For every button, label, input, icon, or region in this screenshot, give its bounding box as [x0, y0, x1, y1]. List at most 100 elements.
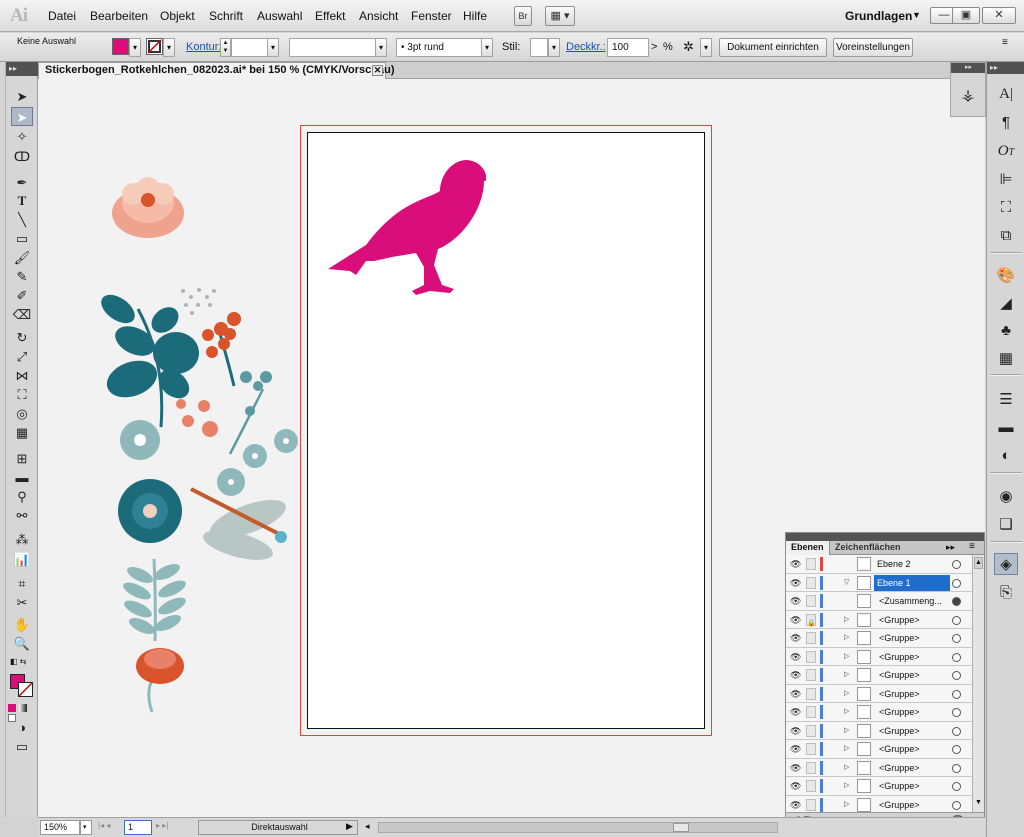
width-tool-icon[interactable]: ⋈: [11, 366, 33, 385]
zoom-dropdown[interactable]: ▾: [80, 820, 92, 835]
screen-mode-icon[interactable]: ▭: [11, 737, 33, 756]
dock-header[interactable]: ▸▸: [987, 62, 1024, 74]
align-panel-icon[interactable]: ⊫: [994, 169, 1018, 191]
layers-scrollbar[interactable]: ▲ ▼: [972, 555, 984, 813]
expand-toggle-icon[interactable]: ▷: [844, 796, 852, 813]
menu-effekt[interactable]: Effekt: [315, 9, 345, 23]
menu-datei[interactable]: Datei: [48, 9, 76, 23]
workspace-dropdown-icon[interactable]: ▼: [912, 10, 921, 20]
fill-color-swatch[interactable]: [112, 38, 129, 55]
pathfinder-panel-icon[interactable]: ⧉: [994, 225, 1018, 247]
layers-panel-icon[interactable]: ◈: [994, 553, 1018, 575]
target-circle-icon[interactable]: [952, 726, 961, 736]
preferences-button[interactable]: Voreinstellungen: [833, 38, 913, 57]
menu-ansicht[interactable]: Ansicht: [359, 9, 398, 23]
color-panel-icon[interactable]: 🎨: [994, 265, 1018, 287]
pasteboard-artwork[interactable]: [38, 79, 338, 817]
eraser-tool-icon[interactable]: ⌫: [11, 305, 33, 324]
sublayer-row[interactable]: 👁 <Zusammeng...: [786, 592, 972, 611]
sublayer-row[interactable]: 👁 ▷ <Gruppe>: [786, 777, 972, 796]
menu-hilfe[interactable]: Hilfe: [463, 9, 487, 23]
sublayer-row[interactable]: 👁 ▷ <Gruppe>: [786, 666, 972, 685]
visibility-eye-icon[interactable]: 👁: [790, 781, 801, 791]
dock-header[interactable]: ▸▸: [951, 63, 985, 73]
symbol-sprayer-tool-icon[interactable]: ⁂: [11, 530, 33, 549]
sublayer-row[interactable]: 👁 ▷ <Gruppe>: [786, 722, 972, 740]
expand-toggle-icon[interactable]: ▷: [844, 759, 852, 777]
target-circle-icon[interactable]: [952, 763, 961, 773]
stroke-color-icon[interactable]: [18, 682, 33, 697]
bridge-button[interactable]: Br: [514, 6, 532, 26]
expand-toggle-icon[interactable]: ▷: [844, 685, 852, 703]
free-transform-tool-icon[interactable]: ⛶: [11, 385, 33, 404]
variable-width-dropdown[interactable]: ▾: [375, 38, 387, 57]
layer-row[interactable]: 👁 ▽ Ebene 1: [786, 574, 972, 592]
target-circle-icon[interactable]: [952, 671, 961, 680]
target-circle-icon[interactable]: [952, 782, 961, 791]
stroke-weight-dropdown[interactable]: ▾: [267, 38, 279, 57]
gradient-tool-icon[interactable]: ▬: [11, 468, 33, 487]
panel-menu-icon[interactable]: ≡: [969, 541, 975, 552]
stroke-panel-icon[interactable]: ☰: [994, 389, 1018, 411]
layer-name[interactable]: <Gruppe>: [876, 778, 952, 794]
expand-toggle-icon[interactable]: ▷: [844, 777, 852, 795]
layer-name[interactable]: <Gruppe>: [876, 630, 952, 646]
mesh-tool-icon[interactable]: ⊞: [11, 449, 33, 468]
menu-auswahl[interactable]: Auswahl: [257, 9, 302, 23]
visibility-eye-icon[interactable]: 👁: [790, 615, 801, 625]
scroll-down-icon[interactable]: ▼: [974, 799, 983, 811]
first-artboard-icon[interactable]: |◂ ◂: [98, 821, 110, 830]
color-mode-icon[interactable]: [8, 704, 16, 712]
lasso-tool-icon[interactable]: ↀ: [11, 147, 33, 166]
pen-tool-icon[interactable]: ✒: [11, 173, 33, 192]
target-circle-icon[interactable]: [952, 689, 961, 699]
shape-builder-tool-icon[interactable]: ◎: [11, 404, 33, 423]
lock-toggle[interactable]: [806, 761, 816, 774]
draw-mode-icon[interactable]: ◑: [11, 718, 33, 737]
layer-name[interactable]: <Zusammeng...: [876, 593, 952, 609]
opacity-label[interactable]: Deckkr.:: [566, 41, 606, 53]
transform-panel-icon[interactable]: ⛶: [994, 197, 1018, 219]
target-circle-icon[interactable]: [952, 597, 961, 606]
selection-tool-icon[interactable]: ➤: [11, 87, 33, 106]
slice-tool-icon[interactable]: ✂: [11, 593, 33, 612]
rotate-tool-icon[interactable]: ↻: [11, 328, 33, 347]
opacity-field[interactable]: 100: [607, 38, 649, 57]
layer-name[interactable]: <Gruppe>: [876, 760, 952, 776]
rectangle-tool-icon[interactable]: ▭: [11, 229, 33, 248]
default-colors-icon[interactable]: ◧ ⇆: [10, 657, 26, 666]
layer-name[interactable]: <Gruppe>: [876, 686, 952, 702]
lock-toggle[interactable]: [806, 632, 816, 644]
blob-brush-tool-icon[interactable]: ✐: [11, 286, 33, 305]
eyedropper-tool-icon[interactable]: ⚲: [11, 487, 33, 506]
expand-toggle-icon[interactable]: ▽: [844, 574, 852, 592]
menu-fenster[interactable]: Fenster: [411, 9, 452, 23]
target-circle-icon[interactable]: [952, 578, 961, 588]
expand-toggle-icon[interactable]: ▷: [844, 740, 852, 758]
zoom-field[interactable]: 150%: [40, 820, 80, 835]
blend-tool-icon[interactable]: ⚯: [11, 506, 33, 525]
pencil-tool-icon[interactable]: ✎: [11, 267, 33, 286]
fill-dropdown[interactable]: ▾: [129, 38, 141, 57]
lock-toggle[interactable]: [806, 687, 816, 700]
expand-toggle-icon[interactable]: ▷: [844, 703, 852, 721]
status-menu-icon[interactable]: ▶: [346, 821, 353, 832]
lock-toggle[interactable]: [806, 798, 816, 811]
layers-panel-header[interactable]: [786, 533, 984, 541]
lock-toggle[interactable]: [806, 558, 816, 570]
lock-icon[interactable]: 🔒: [806, 613, 816, 627]
gradient-panel-icon[interactable]: ▬: [994, 417, 1018, 439]
menu-schrift[interactable]: Schrift: [209, 9, 243, 23]
target-circle-icon[interactable]: [952, 708, 961, 717]
variable-width-field[interactable]: [289, 38, 387, 57]
lock-toggle[interactable]: [806, 576, 816, 589]
close-window-button[interactable]: ✕: [982, 7, 1016, 24]
visibility-eye-icon[interactable]: 👁: [790, 578, 801, 588]
restore-button[interactable]: ▣: [952, 7, 980, 24]
menu-bearbeiten[interactable]: Bearbeiten: [90, 9, 148, 23]
graphic-style-dropdown[interactable]: ▾: [548, 38, 560, 57]
tools-panel-header[interactable]: ▸▸: [6, 62, 38, 76]
robin-silhouette[interactable]: [326, 157, 486, 307]
sublayer-row[interactable]: 👁 ▷ <Gruppe>: [786, 648, 972, 666]
control-panel-menu-icon[interactable]: ≡: [1002, 37, 1008, 48]
